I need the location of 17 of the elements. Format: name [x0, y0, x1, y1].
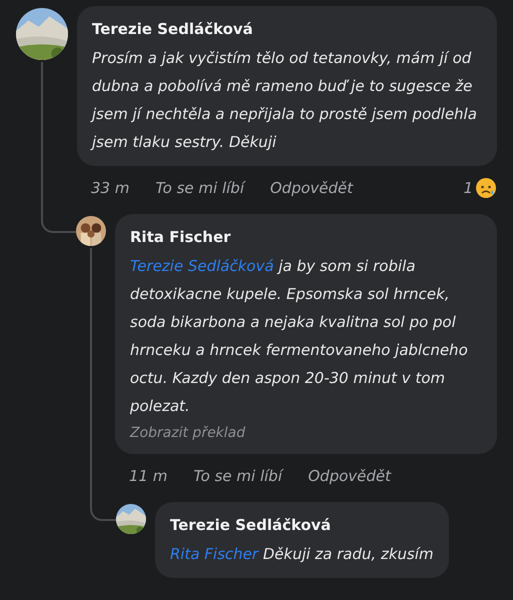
author-name: Rita Fischer — [130, 227, 232, 248]
translate-link[interactable]: Zobrazit překlad — [130, 422, 481, 444]
like-link[interactable]: To se mi líbí — [155, 179, 244, 197]
reply-link[interactable]: Odpovědět — [308, 467, 391, 485]
reaction-count: 1 — [463, 179, 473, 197]
author-name: Terezie Sedláčková — [170, 515, 332, 536]
mention-link[interactable]: Terezie Sedláčková — [130, 257, 274, 275]
like-link[interactable]: To se mi líbí — [193, 467, 282, 485]
sad-face-icon — [475, 177, 497, 199]
time-label: 11 m — [129, 467, 168, 485]
time-label: 33 m — [91, 179, 130, 197]
author-name: Terezie Sedláčková — [92, 19, 254, 40]
mention-link[interactable]: Rita Fischer — [170, 545, 258, 563]
comment-text: Terezie Sedláčková ja by som si robila detoxikacne kupele. Epsomska sol hrncek, soda bikarbona a nejaka kvalitna sol po pol hrnceku a hrncek fermentovaneho jablcneho octu. Kazdy den aspon 20-30 minut v tom polezat. — [130, 256, 469, 417]
comment-text: Prosím a jak vyčistím tělo od tetanovky, mám jí od dubna a pobolívá mě rameno buď je to sugesce že jsem jí nechtěla a nepřijala to prostě jsem podlehla jsem tlaku sestry. Děkuji — [92, 48, 478, 153]
comment-text: Rita Fischer Děkuji za radu, zkusím — [170, 544, 434, 565]
reply-link[interactable]: Odpovědět — [270, 179, 353, 197]
